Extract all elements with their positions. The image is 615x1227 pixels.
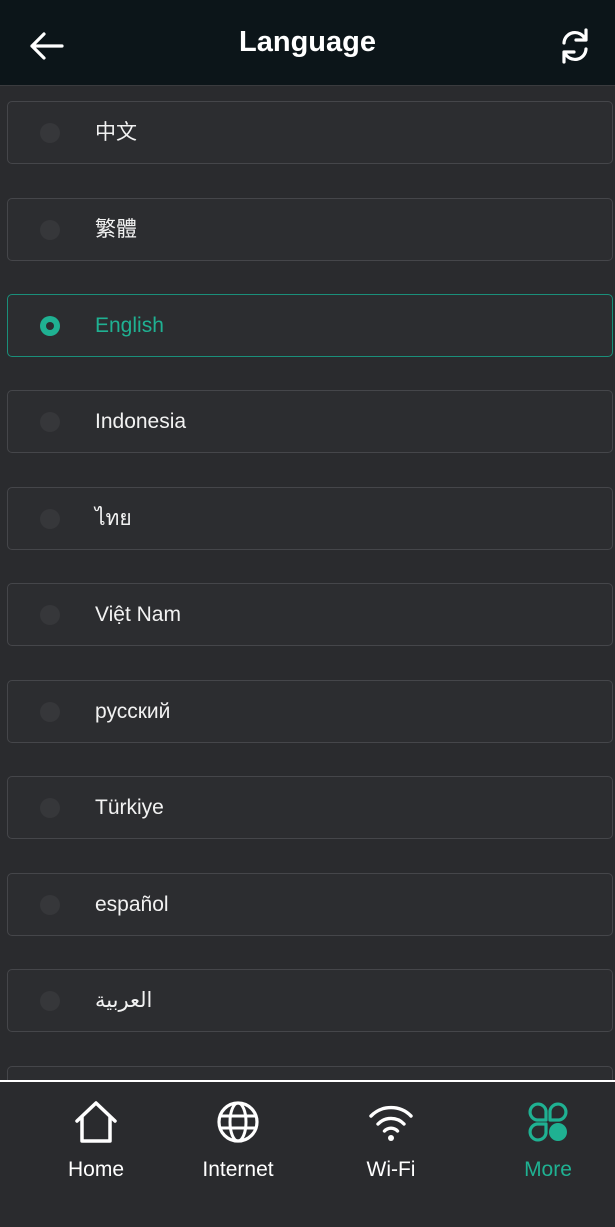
radio-unselected[interactable] — [40, 220, 60, 240]
refresh-icon — [562, 28, 588, 64]
radio-unselected[interactable] — [40, 509, 60, 529]
language-option[interactable]: español — [7, 873, 613, 936]
globe-icon — [217, 1101, 259, 1143]
nav-wifi-label: Wi-Fi — [366, 1158, 416, 1181]
radio-unselected[interactable] — [40, 991, 60, 1011]
radio-selected[interactable] — [40, 316, 60, 336]
language-option[interactable]: Việt Nam — [7, 583, 613, 646]
wifi-icon — [369, 1105, 413, 1141]
language-option-label: English — [95, 314, 164, 337]
language-option-label: Việt Nam — [95, 603, 181, 626]
home-icon — [75, 1101, 117, 1143]
language-option-label: العربية — [95, 989, 153, 1012]
radio-unselected[interactable] — [40, 412, 60, 432]
radio-unselected[interactable] — [40, 895, 60, 915]
language-option-label: español — [95, 893, 169, 916]
language-option-label: 中文 — [95, 121, 137, 144]
radio-unselected[interactable] — [40, 605, 60, 625]
language-option[interactable]: Italiano — [7, 1066, 613, 1080]
language-option-label: Indonesia — [95, 410, 187, 433]
more-grid-icon — [528, 1102, 568, 1142]
language-option[interactable]: 中文 — [7, 101, 613, 164]
header-bar: Language — [0, 0, 615, 86]
page-title: Language — [239, 26, 376, 58]
nav-internet[interactable]: Internet — [178, 1082, 298, 1227]
nav-home-label: Home — [67, 1158, 125, 1181]
language-settings-screen: Language 中文繁體 English Indonesia ไทย Việt Nam… — [0, 0, 615, 1227]
radio-unselected[interactable] — [40, 123, 60, 143]
arrow-left-icon — [30, 32, 64, 60]
language-list: 中文繁體 English Indonesia ไทย Việt Nam русский Tü… — [0, 86, 615, 1080]
language-option-label: Türkiye — [95, 796, 164, 819]
radio-unselected[interactable] — [40, 702, 60, 722]
language-option-label: ไทย — [95, 507, 132, 530]
nav-more-label: More — [524, 1158, 572, 1181]
refresh-button[interactable] — [555, 26, 595, 66]
language-option-label: русский — [95, 700, 171, 723]
nav-more[interactable]: More — [488, 1082, 608, 1227]
language-option[interactable]: English — [7, 294, 613, 357]
language-option[interactable]: ไทย — [7, 487, 613, 550]
radio-unselected[interactable] — [40, 798, 60, 818]
back-button[interactable] — [26, 26, 66, 66]
language-option[interactable]: 繁體 — [7, 198, 613, 261]
language-option[interactable]: Indonesia — [7, 390, 613, 453]
bottom-navigation: Home Internet Wi-Fi More — [0, 1080, 615, 1227]
language-option[interactable]: Türkiye — [7, 776, 613, 839]
nav-wifi[interactable]: Wi-Fi — [331, 1082, 451, 1227]
nav-internet-label: Internet — [202, 1158, 274, 1181]
language-option[interactable]: العربية — [7, 969, 613, 1032]
language-option[interactable]: русский — [7, 680, 613, 743]
nav-home[interactable]: Home — [36, 1082, 156, 1227]
language-option-label: 繁體 — [95, 218, 137, 241]
